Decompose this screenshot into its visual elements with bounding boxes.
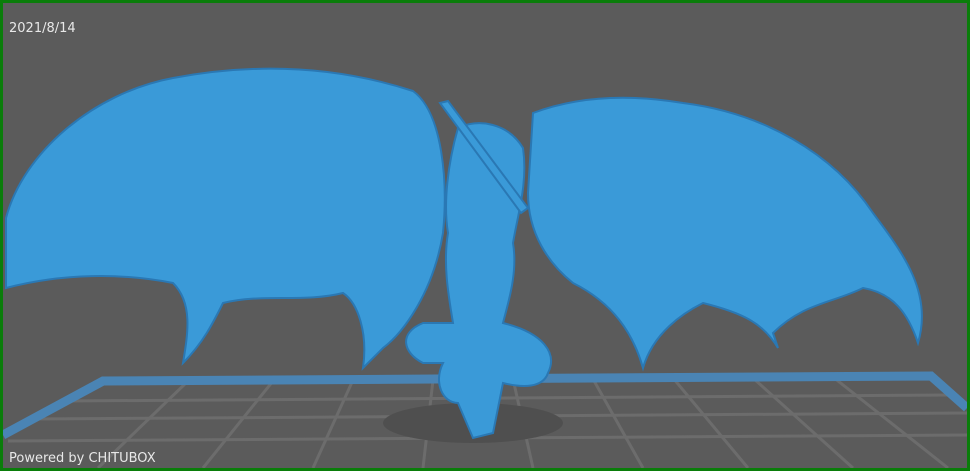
right-wing [526, 96, 923, 372]
left-wing [5, 67, 446, 371]
scene [3, 67, 967, 468]
date-label: 2021/8/14 [9, 21, 76, 36]
3d-viewport[interactable]: 2021/8/14 Powered by CHITUBOX [0, 0, 970, 471]
powered-by-label: Powered by CHITUBOX [9, 451, 156, 466]
